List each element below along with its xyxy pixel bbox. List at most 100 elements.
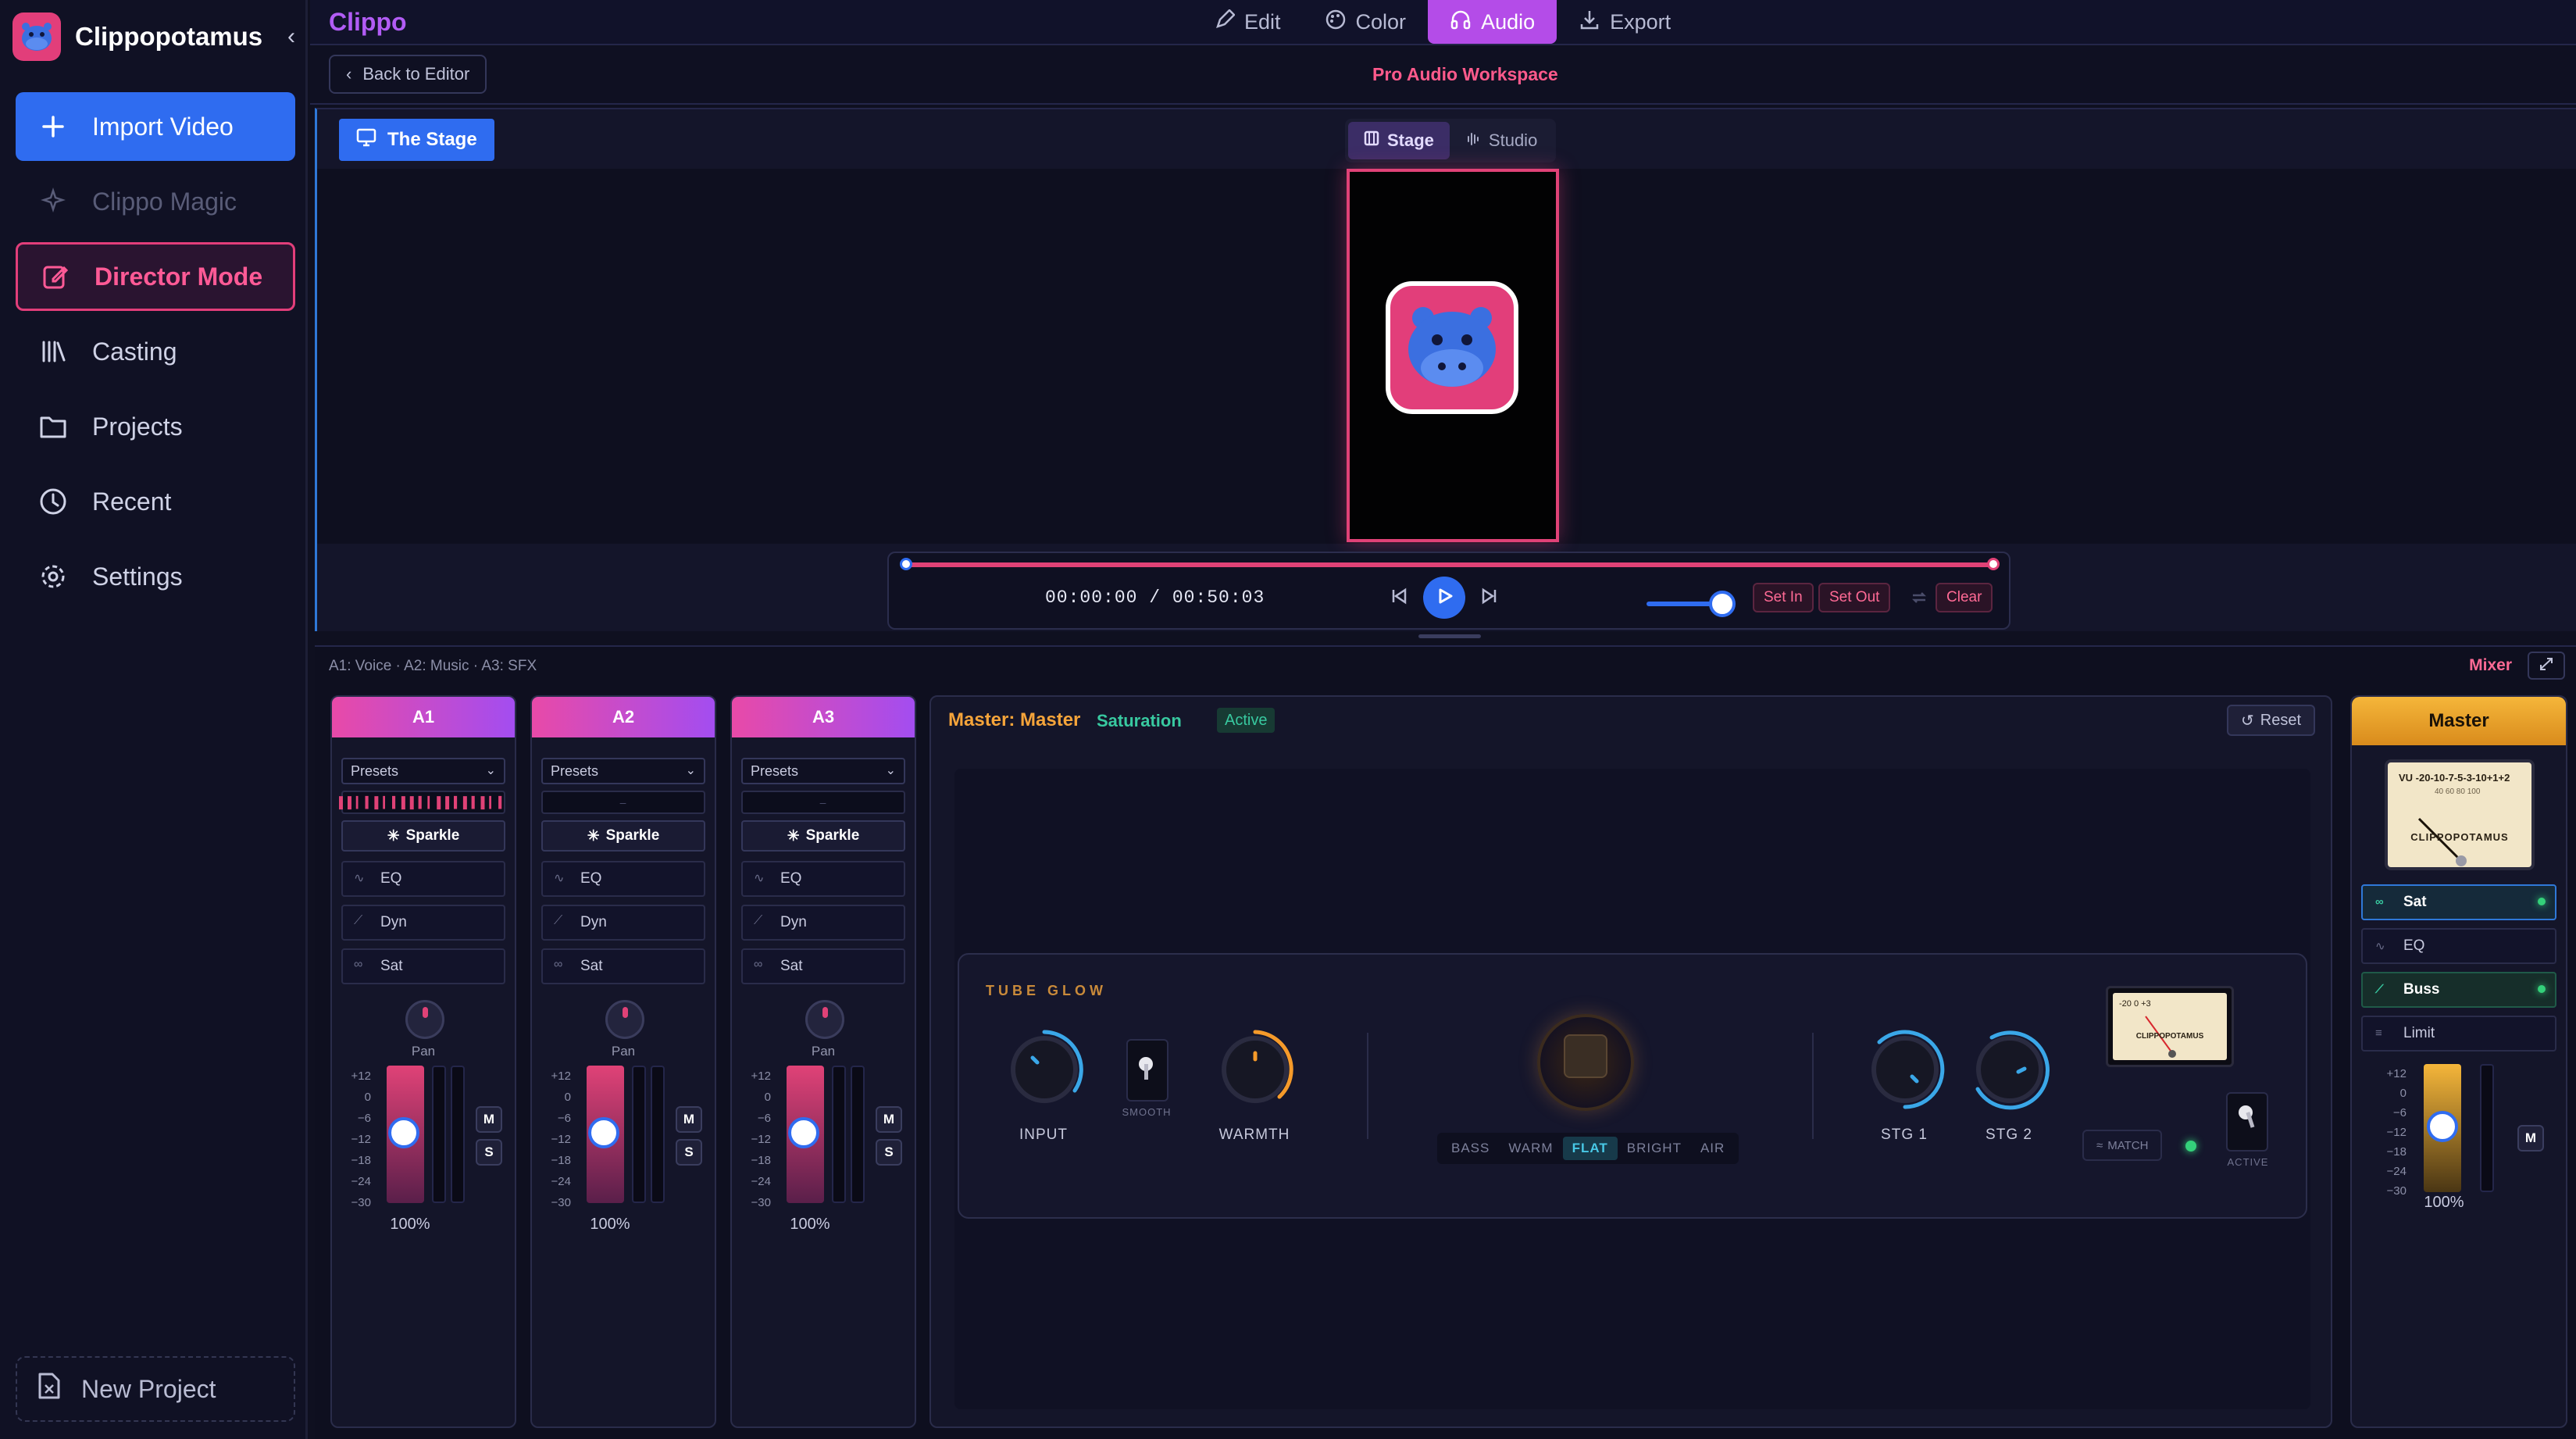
fx-label: EQ (780, 870, 802, 887)
stage-2-knob[interactable] (1968, 1028, 2051, 1111)
channel-header[interactable]: A3 (732, 697, 915, 737)
smooth-switch[interactable] (1126, 1039, 1168, 1102)
collapse-sidebar-icon[interactable]: ‹ (287, 23, 295, 50)
master-header[interactable]: Master (2352, 697, 2566, 745)
tone-warm-button[interactable]: WARM (1499, 1137, 1562, 1160)
stage-1-knob[interactable] (1864, 1028, 1946, 1111)
skip-forward-icon[interactable] (1479, 586, 1500, 610)
track-legend: A1: Voice · A2: Music · A3: SFX (329, 658, 537, 674)
timeline-scrubber[interactable] (904, 562, 1995, 567)
solo-button[interactable]: S (676, 1139, 702, 1166)
curve-icon: ⟋ (2375, 983, 2384, 996)
tube-glow-module: TUBE GLOW INPUT SMOOTH WARMTH BASS WARM … (958, 953, 2307, 1219)
set-out-button[interactable]: Set Out (1818, 583, 1891, 612)
fx-slot-dyn[interactable]: ⟋ Dyn (541, 905, 705, 941)
preset-select[interactable]: Presets ⌄ (341, 758, 505, 784)
preset-select[interactable]: Presets ⌄ (541, 758, 705, 784)
fx-slot-eq[interactable]: ∿ EQ (741, 861, 905, 897)
volume-fader-handle[interactable] (588, 1117, 619, 1148)
tone-flat-button[interactable]: FLAT (1562, 1137, 1618, 1160)
tone-bright-button[interactable]: BRIGHT (1618, 1137, 1691, 1160)
the-stage-tab[interactable]: The Stage (339, 119, 494, 161)
skip-back-icon[interactable] (1389, 586, 1409, 610)
back-to-editor-button[interactable]: ‹ Back to Editor (329, 55, 487, 94)
play-button[interactable] (1423, 577, 1465, 619)
limit-icon: ≡ (2375, 1027, 2382, 1040)
fx-slot-sat[interactable]: ∞ Sat (541, 948, 705, 984)
level-meter-left (832, 1066, 846, 1203)
tab-export[interactable]: Export (1557, 0, 1693, 44)
panel-resize-handle[interactable] (1418, 634, 1481, 638)
master-fx-buss[interactable]: ⟋ Buss (2361, 972, 2556, 1008)
module-title: TUBE GLOW (986, 983, 1107, 998)
master-level: 100% (2424, 1194, 2464, 1211)
recent-button[interactable]: Recent (16, 467, 295, 536)
sparkle-button[interactable]: ✳ Sparkle (741, 820, 905, 852)
solo-button[interactable]: S (476, 1139, 502, 1166)
reset-button[interactable]: ↺ Reset (2226, 705, 2315, 736)
volume-fader-handle[interactable] (788, 1117, 819, 1148)
clippo-magic-button[interactable]: Clippo Magic (16, 167, 295, 236)
preset-select[interactable]: Presets ⌄ (741, 758, 905, 784)
settings-button[interactable]: Settings (16, 542, 295, 611)
tab-color[interactable]: Color (1303, 0, 1429, 44)
casting-button[interactable]: Casting (16, 317, 295, 386)
volume-fader-handle[interactable] (388, 1117, 419, 1148)
sparkle-button[interactable]: ✳ Sparkle (341, 820, 505, 852)
mute-button[interactable]: M (476, 1106, 502, 1133)
match-button[interactable]: ≈ MATCH (2082, 1130, 2163, 1161)
wave-icon: ∿ (754, 872, 765, 885)
active-switch[interactable] (2226, 1092, 2268, 1152)
channel-header[interactable]: A2 (532, 697, 715, 737)
tone-air-button[interactable]: AIR (1691, 1137, 1734, 1160)
studio-toggle-label: Studio (1488, 130, 1538, 150)
fx-slot-sat[interactable]: ∞ Sat (341, 948, 505, 984)
tone-bass-button[interactable]: BASS (1442, 1137, 1499, 1160)
stage-toggle-button[interactable]: Stage (1348, 122, 1450, 159)
sparkle-button[interactable]: ✳ Sparkle (541, 820, 705, 852)
master-fader-handle[interactable] (2427, 1111, 2458, 1142)
clear-button[interactable]: Clear (1936, 583, 1993, 612)
warmth-knob[interactable] (1214, 1028, 1297, 1111)
fx-slot-dyn[interactable]: ⟋ Dyn (741, 905, 905, 941)
tab-edit[interactable]: Edit (1193, 0, 1303, 44)
import-video-button[interactable]: Import Video (16, 92, 295, 161)
director-mode-button[interactable]: Director Mode (16, 242, 295, 311)
gear-icon (37, 561, 69, 592)
pan-knob[interactable] (405, 1000, 444, 1039)
expand-mixer-button[interactable] (2528, 652, 2565, 680)
projects-button[interactable]: Projects (16, 392, 295, 461)
playhead-handle[interactable] (900, 558, 912, 570)
chevron-down-icon: ⌄ (885, 764, 896, 777)
fx-slot-eq[interactable]: ∿ EQ (541, 861, 705, 897)
loop-icon[interactable] (1909, 587, 1929, 612)
end-handle[interactable] (1987, 558, 2000, 570)
preset-label: Presets (351, 762, 399, 779)
pan-knob[interactable] (605, 1000, 644, 1039)
palette-icon (1325, 9, 1347, 36)
new-project-label: New Project (81, 1374, 216, 1403)
volume-slider-handle[interactable] (1709, 591, 1736, 617)
fx-active-led (2538, 985, 2546, 993)
video-preview[interactable] (1347, 169, 1559, 542)
master-fx-limit[interactable]: ≡ Limit (2361, 1016, 2556, 1052)
solo-button[interactable]: S (876, 1139, 902, 1166)
mixer-label: Mixer (2469, 656, 2512, 674)
master-fx-sat[interactable]: ∞ Sat (2361, 884, 2556, 920)
pan-knob[interactable] (805, 1000, 844, 1039)
master-fx-eq[interactable]: ∿ EQ (2361, 928, 2556, 964)
level-meter-right (851, 1066, 865, 1203)
tab-audio[interactable]: Audio (1428, 0, 1557, 44)
master-mute-button[interactable]: M (2517, 1125, 2544, 1152)
studio-toggle-button[interactable]: Studio (1450, 122, 1553, 159)
fx-slot-eq[interactable]: ∿ EQ (341, 861, 505, 897)
new-project-button[interactable]: New Project (16, 1356, 295, 1422)
set-in-button[interactable]: Set In (1753, 583, 1814, 612)
channel-header[interactable]: A1 (332, 697, 515, 737)
fx-slot-sat[interactable]: ∞ Sat (741, 948, 905, 984)
mute-button[interactable]: M (676, 1106, 702, 1133)
input-knob[interactable] (1003, 1028, 1086, 1111)
mute-button[interactable]: M (876, 1106, 902, 1133)
fx-slot-dyn[interactable]: ⟋ Dyn (341, 905, 505, 941)
channel-strip-a3: A3 Presets ⌄ – ✳ Sparkle ∿ EQ ⟋ Dyn ∞ Sat Pan… (730, 695, 916, 1428)
